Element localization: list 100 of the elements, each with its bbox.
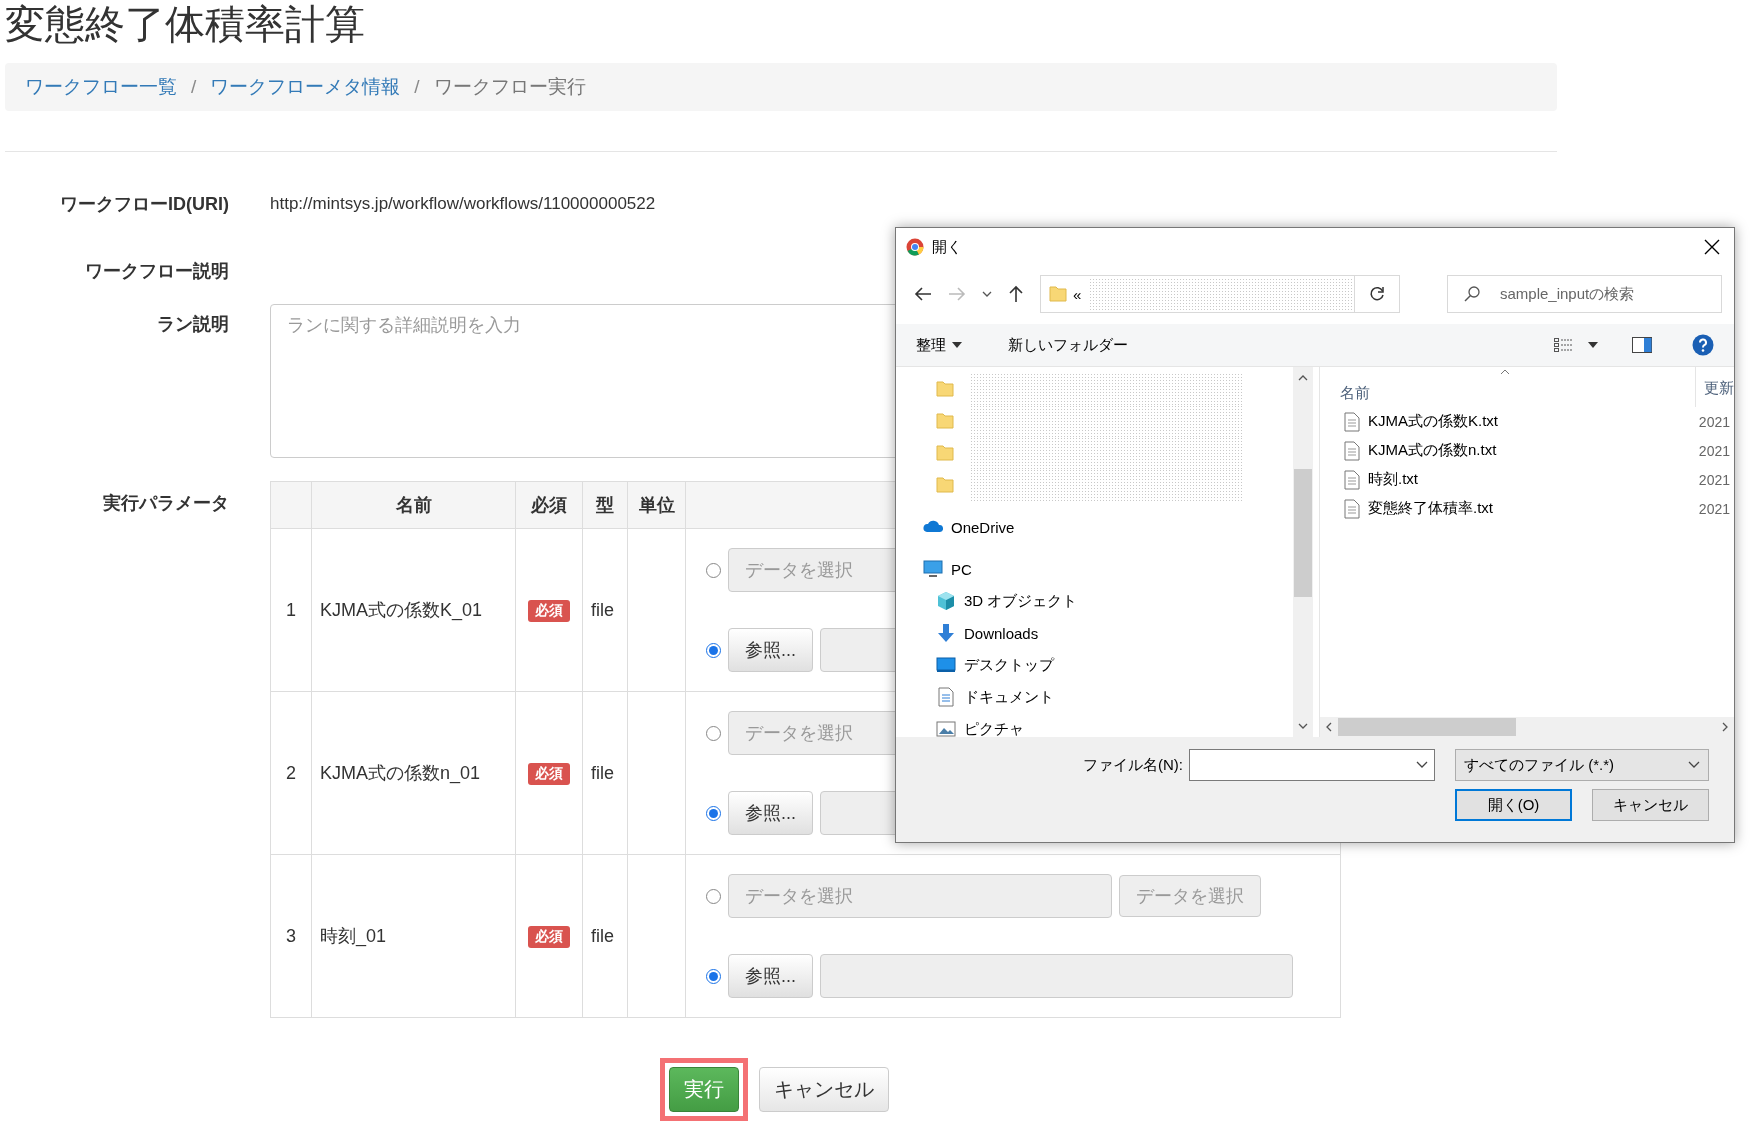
search-icon: [1464, 286, 1480, 302]
file-name[interactable]: 時刻.txt: [1368, 470, 1418, 489]
required-badge: 必須: [528, 925, 570, 948]
cube-icon: [936, 591, 956, 611]
parameter-name: 時刻_01: [311, 854, 516, 1018]
filename-field[interactable]: [1189, 749, 1435, 781]
tree-item[interactable]: デスクトップ: [964, 655, 1054, 675]
browser-icon: [906, 238, 924, 256]
file-type-dropdown[interactable]: すべてのファイル (*.*): [1455, 749, 1709, 781]
folder-icon: [936, 475, 954, 495]
tree-item[interactable]: ドキュメント: [964, 687, 1054, 707]
forward-arrow-icon: [948, 286, 966, 302]
radio-button[interactable]: [706, 888, 721, 904]
caret-icon: [1588, 342, 1598, 348]
help-icon: [1692, 334, 1714, 356]
dialog-title: 開く: [932, 237, 962, 257]
file-name[interactable]: KJMA式の係数n.txt: [1368, 441, 1497, 460]
scroll-left-icon: [1326, 722, 1332, 732]
file-date: 2021: [1698, 500, 1730, 517]
parameter-name: KJMA式の係数K_01: [311, 528, 516, 692]
parameter-name: KJMA式の係数n_01: [311, 691, 516, 855]
caret-icon: [952, 342, 962, 348]
folder-icon: [1049, 284, 1067, 304]
file-date: 2021: [1698, 471, 1730, 488]
radio-button[interactable]: [706, 642, 721, 658]
tree-item[interactable]: PC: [951, 560, 972, 578]
action-button[interactable]: キャンセル: [759, 1067, 889, 1112]
desktop-icon: [936, 655, 956, 675]
picture-icon: [936, 719, 956, 737]
view-options-icon: [1554, 338, 1574, 352]
column-header[interactable]: 名前: [1340, 383, 1370, 403]
breadcrumb-current: ワークフロー実行: [433, 75, 586, 99]
parameter-type: file: [582, 691, 628, 855]
file-icon: [1344, 440, 1360, 461]
breadcrumb-link[interactable]: ワークフロー一覧: [25, 74, 177, 100]
radio-button[interactable]: [706, 968, 721, 984]
document-icon: [936, 687, 956, 707]
search-field[interactable]: sample_inputの検索: [1447, 275, 1722, 313]
sort-caret-icon: [1500, 369, 1510, 375]
scroll-right-icon: [1722, 722, 1728, 732]
file-date: 2021: [1698, 442, 1730, 459]
down-arrow-icon: [936, 623, 956, 643]
field-label: ワークフロー説明: [84, 260, 229, 283]
workflow-id-value: http://mintsys.jp/workflow/workflows/110000000522: [270, 194, 656, 214]
chevron-down-icon: [982, 290, 992, 298]
file-icon: [1344, 469, 1360, 490]
breadcrumb-separator: /: [190, 76, 198, 98]
cancel-button[interactable]: キャンセル: [1592, 789, 1709, 821]
folder-icon: [936, 411, 954, 431]
folder-icon: [936, 443, 954, 463]
monitor-icon: [923, 559, 943, 579]
required-badge: 必須: [528, 762, 570, 785]
scrollbar-thumb[interactable]: [1338, 718, 1516, 736]
radio-button[interactable]: [706, 805, 721, 821]
preview-pane-icon: [1632, 337, 1652, 353]
radio-button[interactable]: [706, 725, 721, 741]
required-badge: 必須: [528, 599, 570, 622]
browse-button[interactable]: 参照...: [728, 791, 813, 835]
tree-item[interactable]: OneDrive: [951, 518, 1015, 536]
close-icon: [1704, 239, 1720, 255]
refresh-icon: [1369, 286, 1385, 302]
browse-button[interactable]: 参照...: [728, 954, 813, 998]
column-header: 必須: [515, 481, 583, 529]
organize-menu[interactable]: 整理: [916, 335, 962, 355]
browse-button[interactable]: 参照...: [728, 628, 813, 672]
tree-item[interactable]: Downloads: [964, 624, 1039, 642]
breadcrumb-link[interactable]: ワークフローメタ情報: [210, 74, 401, 100]
new-folder-button[interactable]: 新しいフォルダー: [1008, 335, 1128, 355]
address-overflow[interactable]: «: [1073, 285, 1082, 303]
file-date: 2021: [1698, 413, 1730, 430]
breadcrumb-separator: /: [413, 76, 421, 98]
scroll-down-icon: [1298, 723, 1308, 729]
column-header: 単位: [627, 481, 686, 529]
field-label: 実行パラメータ: [102, 492, 229, 515]
field-label: ラン説明: [156, 313, 229, 336]
row-number: 1: [270, 528, 312, 692]
search-placeholder: sample_inputの検索: [1500, 284, 1635, 304]
column-header[interactable]: 更新: [1695, 367, 1734, 407]
chevron-down-icon: [1688, 761, 1700, 769]
tree-item[interactable]: 3D オブジェクト: [964, 591, 1078, 611]
parameter-type: file: [582, 528, 628, 692]
column-header: 名前: [311, 481, 516, 529]
scroll-up-icon: [1298, 375, 1308, 381]
scrollbar-thumb[interactable]: [1294, 469, 1312, 597]
open-button[interactable]: 開く(O): [1455, 789, 1572, 821]
file-path-field[interactable]: [820, 954, 1293, 998]
page-title: 変態終了体積率計算: [5, 1, 366, 48]
up-arrow-icon: [1008, 285, 1024, 303]
chevron-down-icon: [1416, 761, 1428, 769]
field-label: ワークフローID(URI): [59, 193, 229, 216]
back-arrow-icon: [914, 286, 932, 302]
file-name[interactable]: 変態終了体積率.txt: [1368, 499, 1493, 518]
tree-item[interactable]: ピクチャ: [964, 719, 1024, 737]
folder-icon: [936, 379, 954, 399]
parameter-type: file: [582, 854, 628, 1018]
file-name[interactable]: KJMA式の係数K.txt: [1368, 412, 1498, 431]
radio-button[interactable]: [706, 562, 721, 578]
field-label: ファイル名(N):: [1083, 755, 1183, 775]
row-number: 3: [270, 854, 312, 1018]
file-icon: [1344, 498, 1360, 519]
